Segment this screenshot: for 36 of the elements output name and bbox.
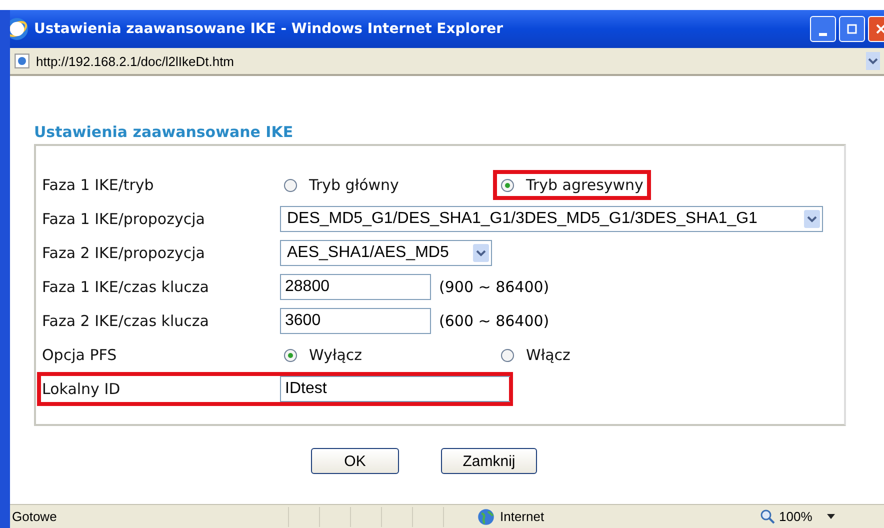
field-label: Lokalny ID [41,380,122,398]
caret-icon[interactable] [827,514,835,520]
browser-logo-icon [10,18,28,40]
maximize-icon [847,24,857,34]
field-label: Faza 1 IKE/czas klucza [41,278,210,296]
minimize-icon [819,32,827,36]
globe-icon [477,508,495,526]
caret-icon [804,210,820,228]
range-hint: (600 ~ 86400) [439,312,550,330]
close-dialog-button[interactable]: Zamknij [441,448,537,474]
ok-button[interactable]: OK [311,448,399,474]
range-hint: (900 ~ 86400) [439,278,550,296]
caret-icon [473,244,489,262]
field-label: Faza 1 IKE/tryb [41,176,155,194]
field-label: Faza 2 IKE/propozycja [41,244,206,262]
zone-text: Internet [500,509,546,524]
close-icon [876,24,884,34]
input-field[interactable]: 3600 [280,308,431,334]
url-text: http://192.168.2.1/doc/l2lIkeDt.htm [36,54,236,68]
zoom-level[interactable]: 100% [779,509,827,524]
field-label: Opcja PFS [41,346,118,364]
page-icon [14,53,30,69]
maximize-button[interactable] [839,16,865,42]
section-title: Ustawienia zaawansowane IKE [34,123,294,141]
status-text: Gotowe [12,509,58,524]
field-label: Faza 2 IKE/czas klucza [41,312,210,330]
radio-option[interactable]: Tryb agresywny [493,170,652,200]
select-field[interactable]: DES_MD5_G1/DES_SHA1_G1/3DES_MD5_G1/3DES_SHA1_G1 [280,206,823,232]
select-field[interactable]: AES_SHA1/AES_MD5 [280,240,492,266]
input-field[interactable]: 28800 [280,274,431,300]
field-label: Faza 1 IKE/propozycja [41,210,206,228]
zoom-icon[interactable] [760,508,776,524]
window-title: Ustawienia zaawansowane IKE - Windows Internet Explorer [34,21,504,37]
minimize-button[interactable] [810,16,836,42]
input-field[interactable]: IDtest [280,376,510,402]
address-bar[interactable]: http://192.168.2.1/doc/l2lIkeDt.htm [10,48,884,76]
